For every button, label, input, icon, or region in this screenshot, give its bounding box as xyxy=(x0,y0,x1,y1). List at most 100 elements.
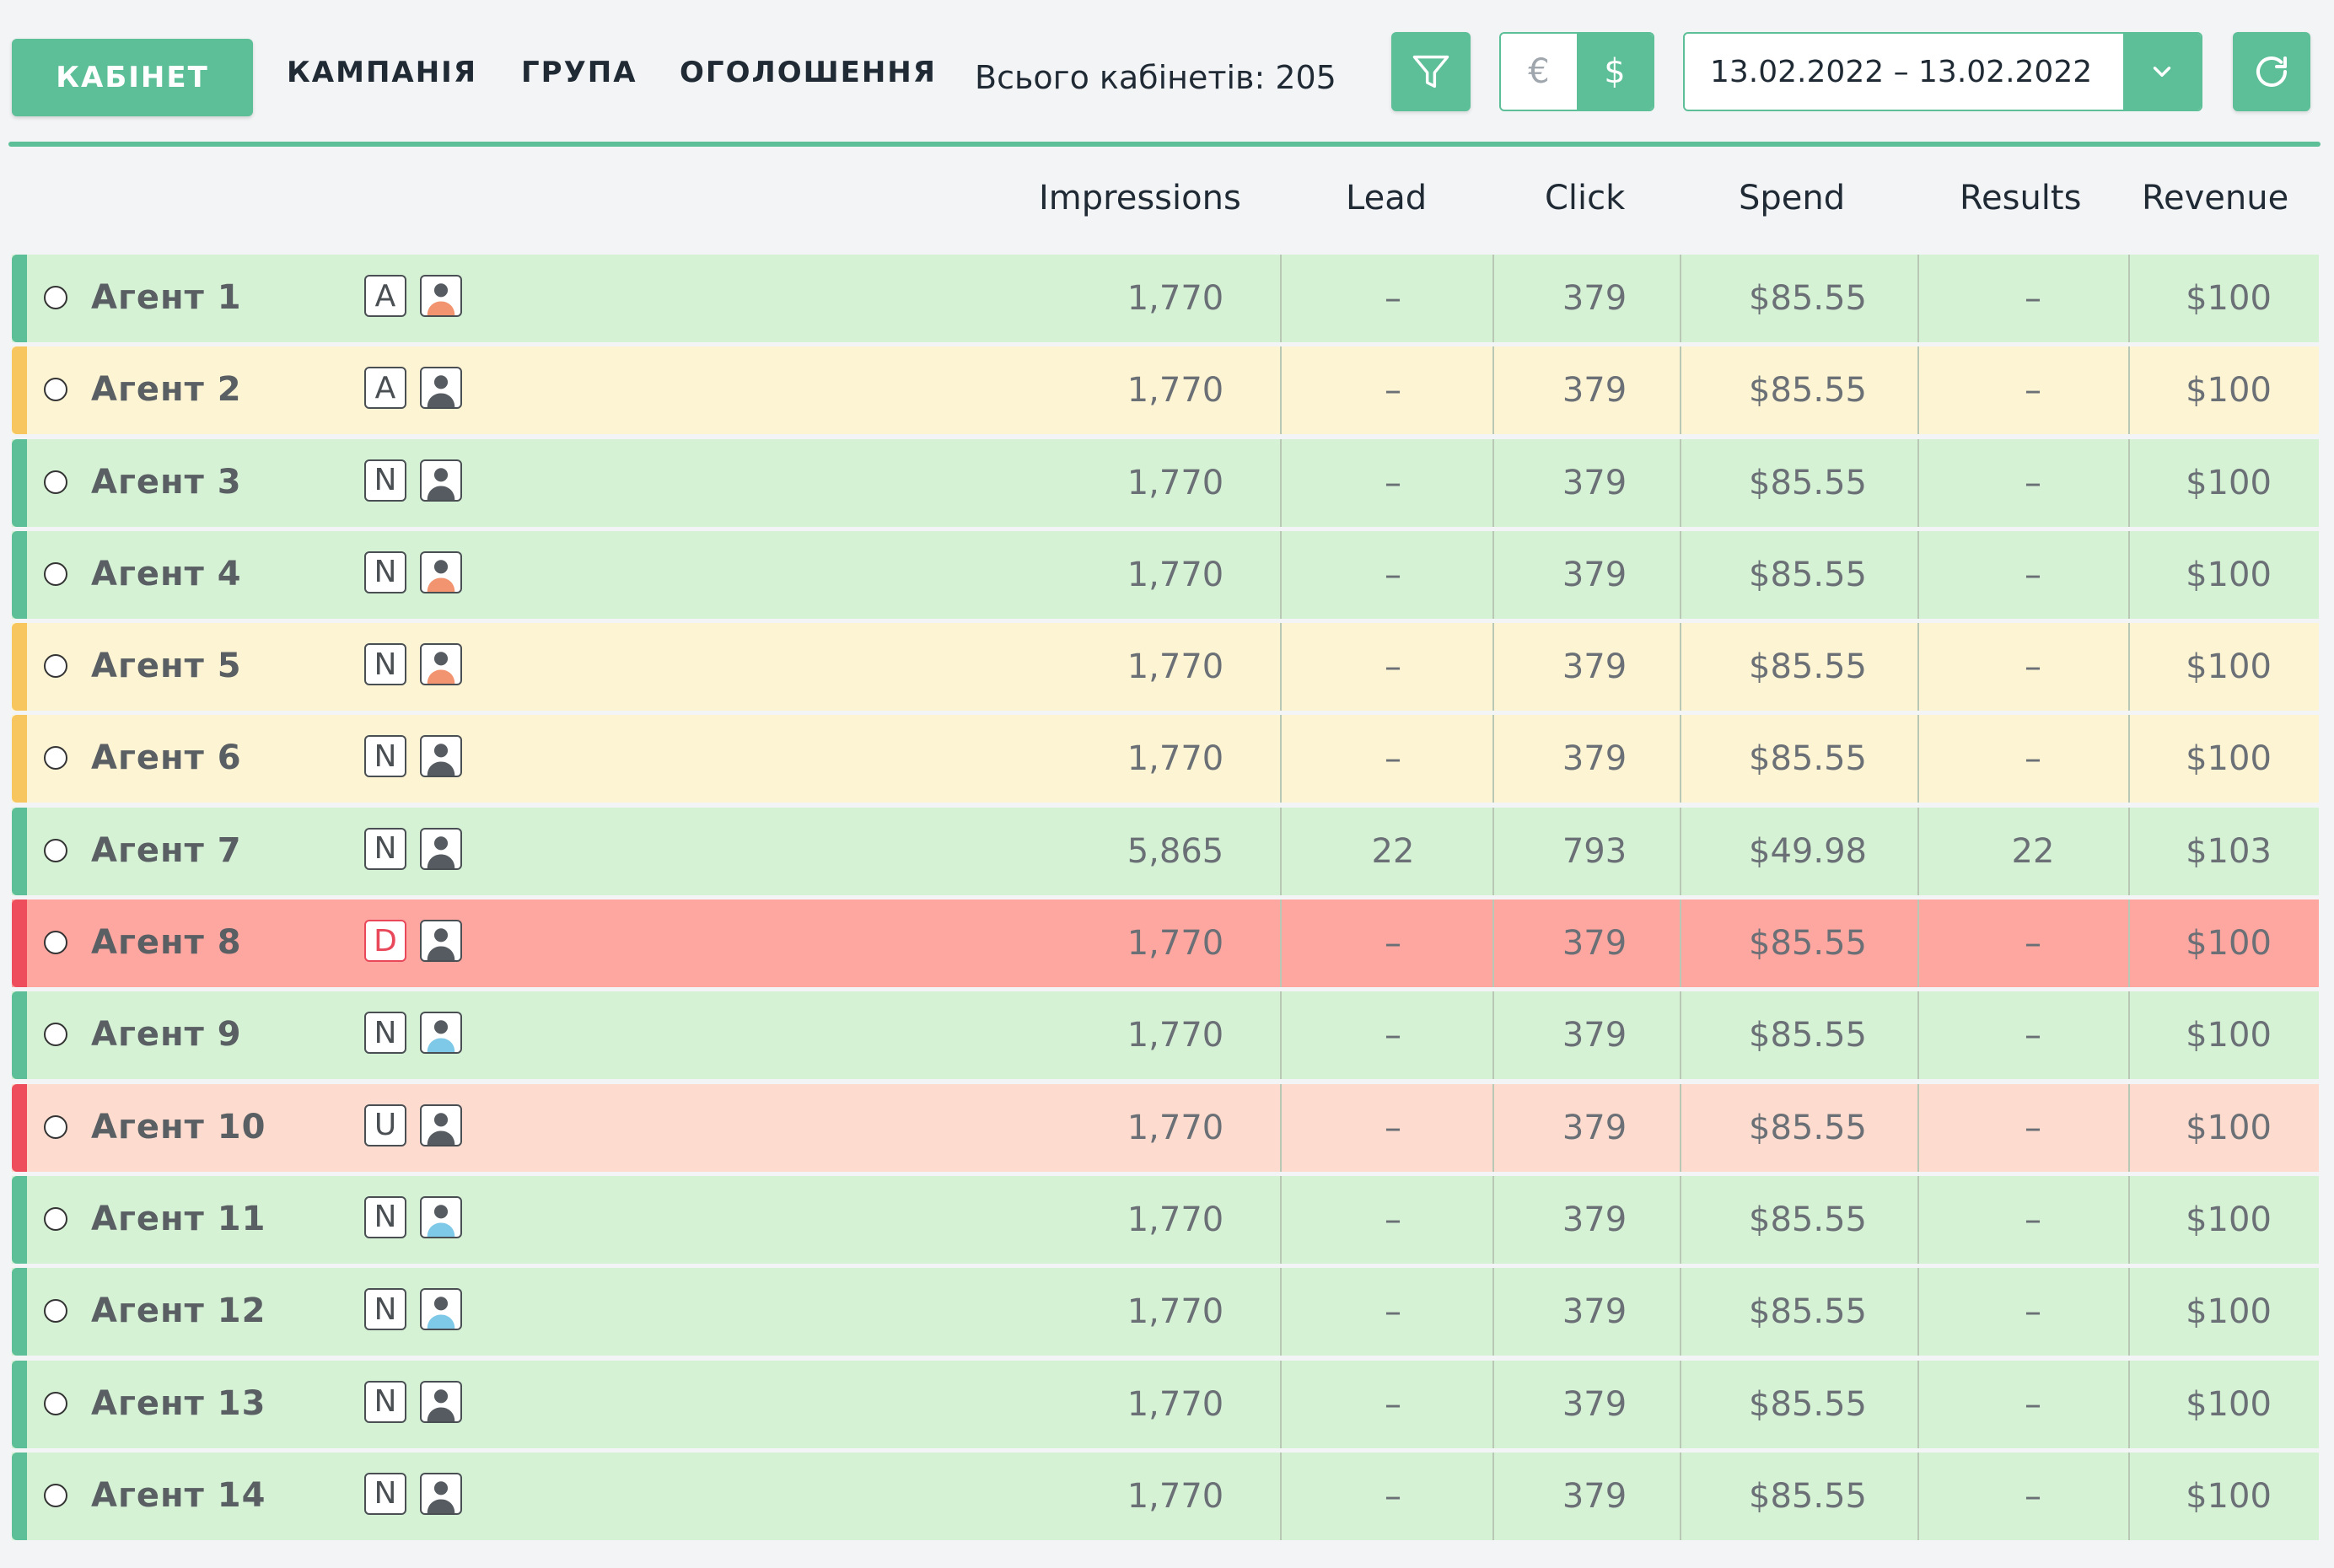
status-stripe xyxy=(12,623,27,712)
table-row[interactable]: Агент 2 A 1,770 – 379 $85.55 – $100 xyxy=(12,346,2319,435)
status-stripe xyxy=(12,807,27,895)
table-row[interactable]: Агент 5 N 1,770 – 379 $85.55 – $100 xyxy=(12,623,2319,712)
cell-spend: $85.55 xyxy=(1749,463,1867,502)
row-select-radio[interactable] xyxy=(44,1023,67,1047)
status-badge: N xyxy=(364,1380,406,1423)
agent-name[interactable]: Агент 4 xyxy=(91,555,242,593)
agent-name[interactable]: Агент 8 xyxy=(91,923,242,962)
user-avatar-icon xyxy=(420,920,462,963)
currency-euro-option[interactable]: € xyxy=(1501,34,1577,110)
agent-name[interactable]: Агент 10 xyxy=(91,1108,266,1146)
status-stripe xyxy=(12,1175,27,1264)
cell-results: – xyxy=(2025,279,2041,318)
user-avatar-icon xyxy=(420,643,462,686)
column-results[interactable]: Results xyxy=(1960,179,2081,217)
refresh-button[interactable] xyxy=(2233,32,2310,111)
status-stripe xyxy=(12,438,27,527)
cell-results: – xyxy=(2025,1292,2041,1332)
agent-name[interactable]: Агент 11 xyxy=(91,1200,266,1238)
cell-results: – xyxy=(2025,555,2041,594)
table-row[interactable]: Агент 6 N 1,770 – 379 $85.55 – $100 xyxy=(12,715,2319,803)
table-row[interactable]: Агент 4 N 1,770 – 379 $85.55 – $100 xyxy=(12,530,2319,619)
cell-revenue: $103 xyxy=(2186,831,2272,871)
row-select-radio[interactable] xyxy=(44,286,67,309)
cell-impressions: 1,770 xyxy=(1127,463,1224,502)
total-cabinets-label: Всього кабінетів: 205 xyxy=(975,59,1336,96)
row-select-radio[interactable] xyxy=(44,561,67,586)
row-select-radio[interactable] xyxy=(44,1206,67,1231)
tab-cabinet-button[interactable]: КАБІНЕТ xyxy=(12,39,253,116)
row-select-radio[interactable] xyxy=(44,654,67,679)
status-badge: N xyxy=(364,1195,406,1238)
table-row[interactable]: Агент 1 A 1,770 – 379 $85.55 – $100 xyxy=(12,255,2319,342)
cell-impressions: 1,770 xyxy=(1127,1476,1224,1516)
filter-button[interactable] xyxy=(1391,32,1471,111)
agent-name[interactable]: Агент 5 xyxy=(91,647,242,685)
column-revenue[interactable]: Revenue xyxy=(2142,179,2288,217)
column-spend[interactable]: Spend xyxy=(1739,179,1845,217)
agent-name[interactable]: Агент 1 xyxy=(91,278,242,317)
currency-dollar-option[interactable]: $ xyxy=(1577,34,1653,110)
row-select-radio[interactable] xyxy=(44,1391,67,1415)
cell-lead: – xyxy=(1385,647,1401,687)
row-select-radio[interactable] xyxy=(44,746,67,771)
table-row[interactable]: Агент 7 N 5,865 22 793 $49.98 22 $103 xyxy=(12,807,2319,895)
column-impressions[interactable]: Impressions xyxy=(1039,179,1241,217)
chevron-down-icon xyxy=(2153,67,2171,77)
agent-name[interactable]: Агент 6 xyxy=(91,738,242,777)
row-select-radio[interactable] xyxy=(44,1299,67,1324)
row-select-radio[interactable] xyxy=(44,931,67,955)
toolbar: КАБІНЕТ КАМПАНІЯ ГРУПА ОГОЛОШЕННЯ Всього… xyxy=(0,0,2334,148)
agent-name[interactable]: Агент 3 xyxy=(91,463,242,502)
cell-spend: $49.98 xyxy=(1749,831,1867,871)
status-badge: N xyxy=(364,1012,406,1055)
table-row[interactable]: Агент 9 N 1,770 – 379 $85.55 – $100 xyxy=(12,991,2319,1080)
table-row[interactable]: Агент 3 N 1,770 – 379 $85.55 – $100 xyxy=(12,438,2319,527)
agent-name[interactable]: Агент 12 xyxy=(91,1291,266,1330)
row-select-radio[interactable] xyxy=(44,378,67,402)
agent-name[interactable]: Агент 9 xyxy=(91,1015,242,1054)
status-badge: N xyxy=(364,1288,406,1331)
agent-name[interactable]: Агент 2 xyxy=(91,370,242,409)
table-row[interactable]: Агент 10 U 1,770 – 379 $85.55 – $100 xyxy=(12,1083,2319,1172)
row-select-radio[interactable] xyxy=(44,1483,67,1507)
table-row[interactable]: Агент 13 N 1,770 – 379 $85.55 – $100 xyxy=(12,1360,2319,1448)
cell-impressions: 1,770 xyxy=(1127,371,1224,411)
refresh-icon xyxy=(2256,56,2287,87)
status-badge: A xyxy=(364,367,406,410)
table-row[interactable]: Агент 8 D 1,770 – 379 $85.55 – $100 xyxy=(12,899,2319,988)
cell-spend: $85.55 xyxy=(1749,924,1867,964)
cell-lead: – xyxy=(1385,371,1401,411)
cell-results: – xyxy=(2025,1200,2041,1239)
table-row[interactable]: Агент 12 N 1,770 – 379 $85.55 – $100 xyxy=(12,1268,2319,1356)
table-row[interactable]: Агент 14 N 1,770 – 379 $85.55 – $100 xyxy=(12,1452,2319,1540)
agent-name[interactable]: Агент 13 xyxy=(91,1384,266,1423)
date-dropdown-button[interactable] xyxy=(2123,34,2201,110)
cell-impressions: 1,770 xyxy=(1127,1016,1224,1055)
row-select-radio[interactable] xyxy=(44,1114,67,1139)
agent-name[interactable]: Агент 7 xyxy=(91,831,242,870)
user-avatar-icon xyxy=(420,1288,462,1331)
status-stripe xyxy=(12,530,27,619)
cell-revenue: $100 xyxy=(2186,1108,2272,1147)
cell-lead: – xyxy=(1385,555,1401,594)
column-lead[interactable]: Lead xyxy=(1346,179,1427,217)
row-select-radio[interactable] xyxy=(44,838,67,862)
column-click[interactable]: Click xyxy=(1545,179,1625,217)
tab-campaign[interactable]: КАМПАНІЯ xyxy=(287,56,477,89)
table-row[interactable]: Агент 11 N 1,770 – 379 $85.55 – $100 xyxy=(12,1175,2319,1264)
cell-spend: $85.55 xyxy=(1749,739,1867,779)
cell-click: 379 xyxy=(1562,371,1627,411)
cell-click: 379 xyxy=(1562,1292,1627,1332)
cell-results: – xyxy=(2025,371,2041,411)
date-range-picker[interactable]: 13.02.2022 – 13.02.2022 xyxy=(1683,32,2202,111)
status-badge: U xyxy=(364,1104,406,1146)
cell-impressions: 1,770 xyxy=(1127,739,1224,779)
status-stripe xyxy=(12,1360,27,1448)
agent-name[interactable]: Агент 14 xyxy=(91,1476,266,1515)
tab-group[interactable]: ГРУПА xyxy=(521,56,637,89)
cell-spend: $85.55 xyxy=(1749,1476,1867,1516)
status-badge: D xyxy=(364,920,406,963)
row-select-radio[interactable] xyxy=(44,470,67,494)
tab-ads[interactable]: ОГОЛОШЕННЯ xyxy=(680,56,937,89)
